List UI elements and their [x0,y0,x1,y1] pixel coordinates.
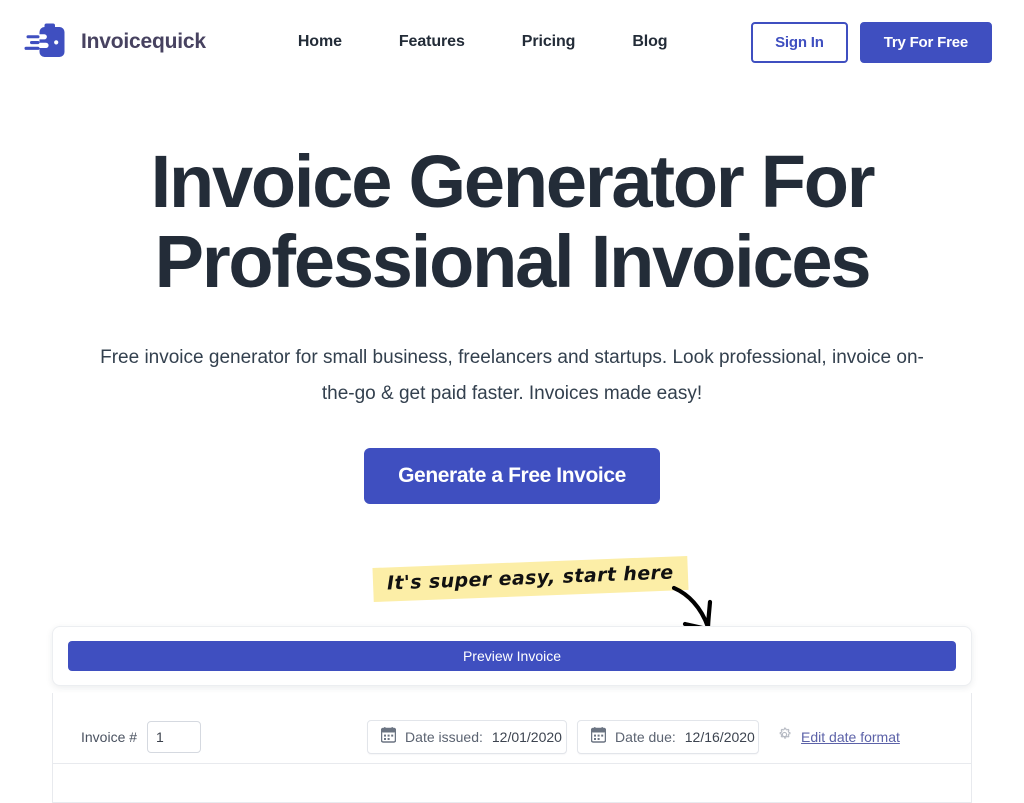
invoice-meta-row: Invoice # Date issue [81,711,943,763]
edit-date-format-button[interactable]: Edit date format [777,727,900,747]
header-actions: Sign In Try For Free [751,21,992,63]
preview-card: Preview Invoice [52,626,972,686]
edit-date-format-label: Edit date format [801,729,900,745]
nav-item-home[interactable]: Home [298,33,342,51]
invoice-number-input[interactable] [147,721,202,753]
invoice-form: Invoice # Date issue [52,693,972,803]
calendar-icon [380,726,397,748]
gear-icon [777,727,792,747]
site-header: Invoicequick Home Features Pricing Blog … [0,0,1024,84]
nav-item-blog[interactable]: Blog [632,33,667,51]
main-nav: Home Features Pricing Blog [298,33,668,51]
annotation-highlight: It's super easy, start here [372,555,689,603]
date-due-value: 12/16/2020 [684,729,755,745]
nav-item-features[interactable]: Features [399,33,465,51]
date-issued-field[interactable]: Date issued: 12/01/2020 [367,720,568,754]
calendar-icon [590,726,607,748]
nav-item-pricing[interactable]: Pricing [522,33,576,51]
hero-cta-wrap: Generate a Free Invoice [0,448,1024,504]
hero-title-line-2: Professional Invoices [154,220,872,303]
sign-in-button[interactable]: Sign In [751,21,848,63]
invoice-generator-panel: Preview Invoice Invoice # 1 Date issued:… [52,626,972,803]
briefcase-speed-icon [24,23,68,61]
hero-subtitle: Free invoice generator for small busines… [94,340,930,412]
date-issued-label: Date issued: [405,729,483,745]
date-issued-value: 12/01/2020 [491,729,562,745]
date-due-field[interactable]: Date due: 12/16/2020 [577,720,760,754]
hero-title-line-1: Invoice Generator For [150,140,876,223]
try-free-button[interactable]: Try For Free [859,21,992,63]
hero-subtitle-line-1: Free invoice generator for small busines… [100,347,827,368]
brand-logo[interactable]: Invoicequick [24,23,206,61]
brand-name: Invoicequick [81,30,206,53]
annotation-text: It's super easy, start here [386,561,674,595]
generate-free-invoice-button[interactable]: Generate a Free Invoice [364,448,660,504]
date-due-label: Date due: [615,729,676,745]
form-divider [53,763,971,764]
page-title: Invoice Generator For Professional Invoi… [72,142,952,302]
invoice-number-label: Invoice # [81,729,138,745]
preview-invoice-button[interactable]: Preview Invoice [68,641,956,671]
hero-section: Invoice Generator For Professional Invoi… [0,84,1024,504]
